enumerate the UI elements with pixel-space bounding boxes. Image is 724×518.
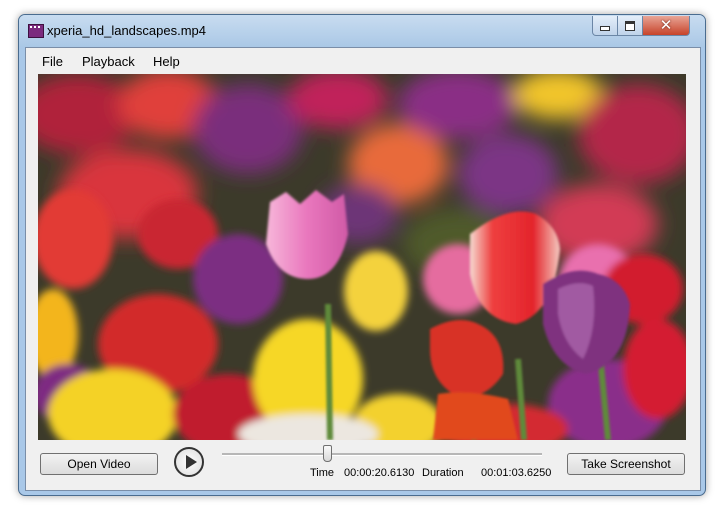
film-icon — [28, 24, 44, 38]
duration-label: Duration — [422, 467, 464, 479]
take-screenshot-label: Take Screenshot — [581, 457, 671, 471]
menu-file[interactable]: File — [42, 54, 63, 69]
minimize-button[interactable] — [592, 16, 618, 36]
menu-bar: File Playback Help — [26, 48, 700, 72]
open-video-button[interactable]: Open Video — [40, 453, 158, 475]
seek-slider[interactable] — [222, 445, 542, 462]
time-value: 00:00:20.6130 — [344, 467, 415, 479]
app-window: xperia_hd_landscapes.mp4 ✕ File Playback… — [18, 14, 706, 496]
title-bar[interactable]: xperia_hd_landscapes.mp4 ✕ — [19, 15, 705, 47]
close-icon: ✕ — [659, 17, 673, 34]
control-bar: Open Video Time 00:00:20.6130 Duration 0… — [26, 440, 700, 490]
duration-value: 00:01:03.6250 — [481, 467, 552, 479]
time-label: Time — [310, 467, 335, 479]
video-display[interactable] — [38, 74, 686, 440]
minimize-icon — [600, 26, 610, 31]
client-area: File Playback Help Open Video Time 00:00… — [25, 47, 701, 491]
video-frame-tulips — [38, 74, 686, 440]
maximize-button[interactable] — [617, 16, 643, 36]
open-video-label: Open Video — [67, 457, 131, 471]
close-button[interactable]: ✕ — [642, 16, 690, 36]
seek-slider-thumb[interactable] — [323, 445, 332, 462]
window-title: xperia_hd_landscapes.mp4 — [47, 23, 206, 38]
play-icon[interactable] — [174, 447, 204, 477]
menu-help[interactable]: Help — [153, 54, 180, 69]
maximize-icon — [625, 20, 635, 31]
take-screenshot-button[interactable]: Take Screenshot — [567, 453, 685, 475]
menu-playback[interactable]: Playback — [82, 54, 135, 69]
